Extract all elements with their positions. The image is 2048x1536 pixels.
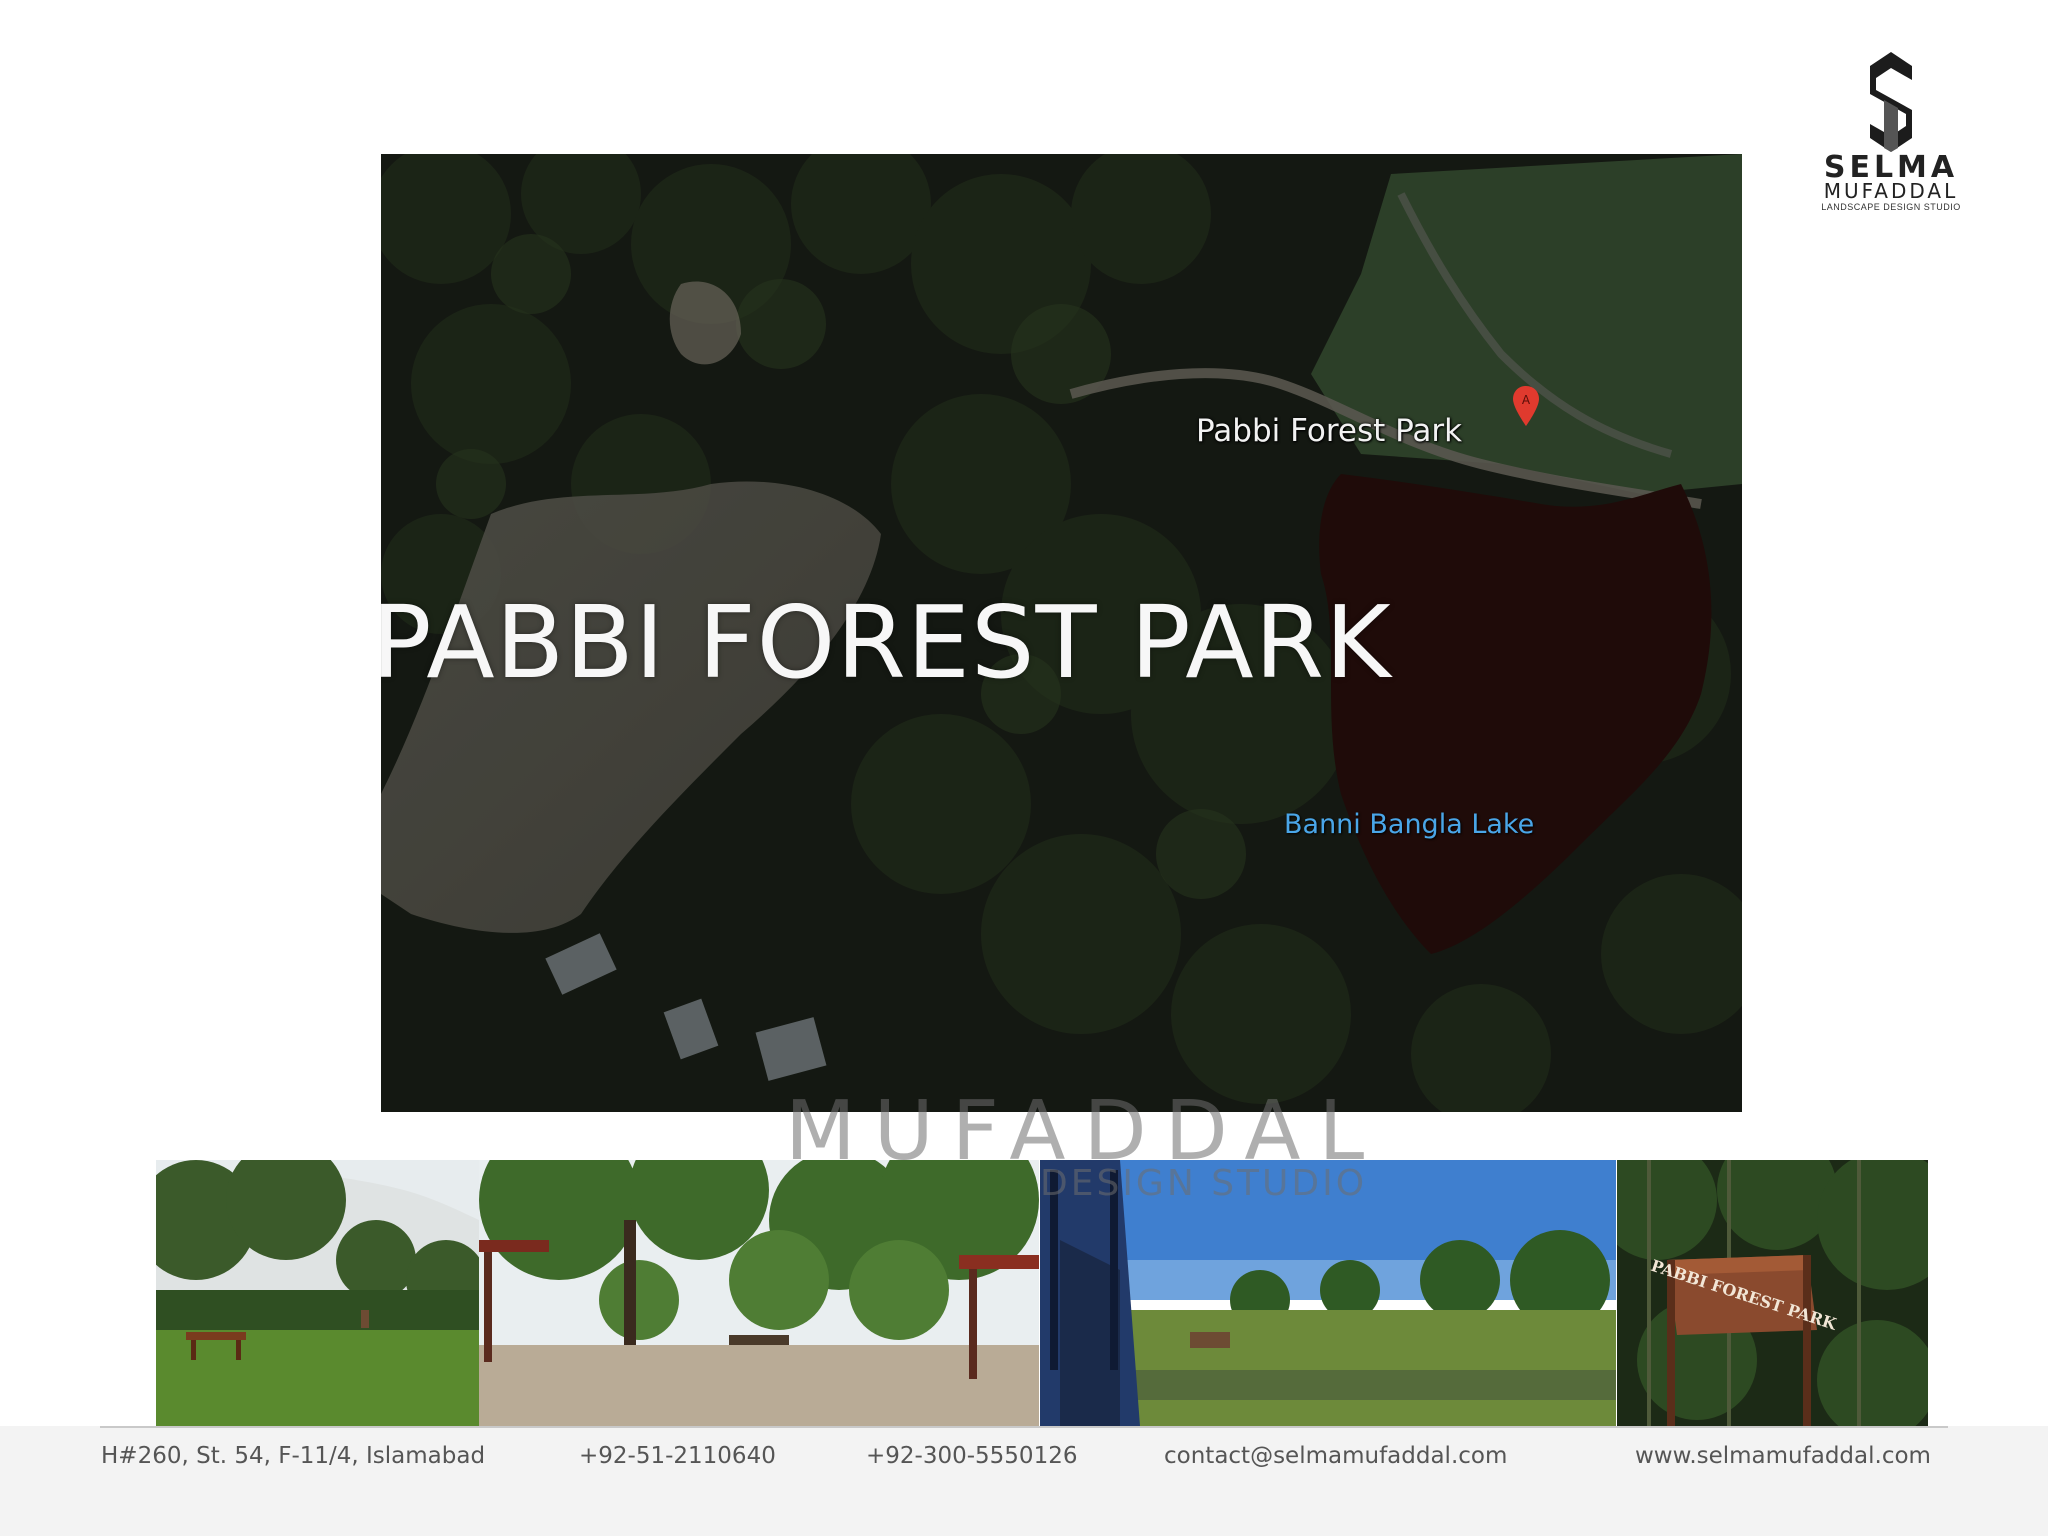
- photo-meadow: [156, 1160, 479, 1426]
- lake-label: Banni Bangla Lake: [1284, 809, 1535, 840]
- footer-phone-1: +92-51-2110640: [579, 1443, 776, 1469]
- logo-tagline: LANDSCAPE DESIGN STUDIO: [1821, 202, 1961, 212]
- photo-meadow-image: [156, 1160, 479, 1426]
- logo-monogram-icon: [1870, 52, 1912, 152]
- watermark-sub: DESIGN STUDIO: [1040, 1163, 1640, 1204]
- watermark-design-studio: DESIGN STUDIO: [1040, 1163, 1368, 1204]
- footer-website[interactable]: www.selmamufaddal.com: [1635, 1443, 1931, 1469]
- logo-word-mufaddal: MUFADDAL: [1823, 179, 1959, 203]
- satellite-map-image: Pabbi Forest Park A Banni Bangla Lake PA…: [381, 154, 1742, 1112]
- map-place-label: Pabbi Forest Park: [1196, 413, 1463, 449]
- footer-email[interactable]: contact@selmamufaddal.com: [1164, 1443, 1507, 1469]
- logo-word-selma: SELMA: [1823, 150, 1959, 185]
- map-pin-shape: A: [1513, 386, 1539, 426]
- slide-title: PABBI FOREST PARK: [381, 584, 1392, 701]
- photo-paved-plaza: [479, 1160, 1039, 1426]
- map-marker-icon: A: [1513, 386, 1539, 426]
- photo-wooden-sign-image: PABBI FOREST PARK: [1617, 1160, 1928, 1426]
- footer-divider: [100, 1426, 1948, 1428]
- photo-wooden-sign: PABBI FOREST PARK: [1617, 1160, 1928, 1426]
- studio-logo: SELMA MUFADDAL LANDSCAPE DESIGN STUDIO: [1796, 50, 1986, 220]
- footer-address: H#260, St. 54, F-11/4, Islamabad: [101, 1443, 486, 1469]
- map-pin-letter: A: [1522, 393, 1531, 407]
- footer-phone-2: +92-300-5550126: [866, 1443, 1078, 1469]
- photo-paved-plaza-image: [479, 1160, 1039, 1426]
